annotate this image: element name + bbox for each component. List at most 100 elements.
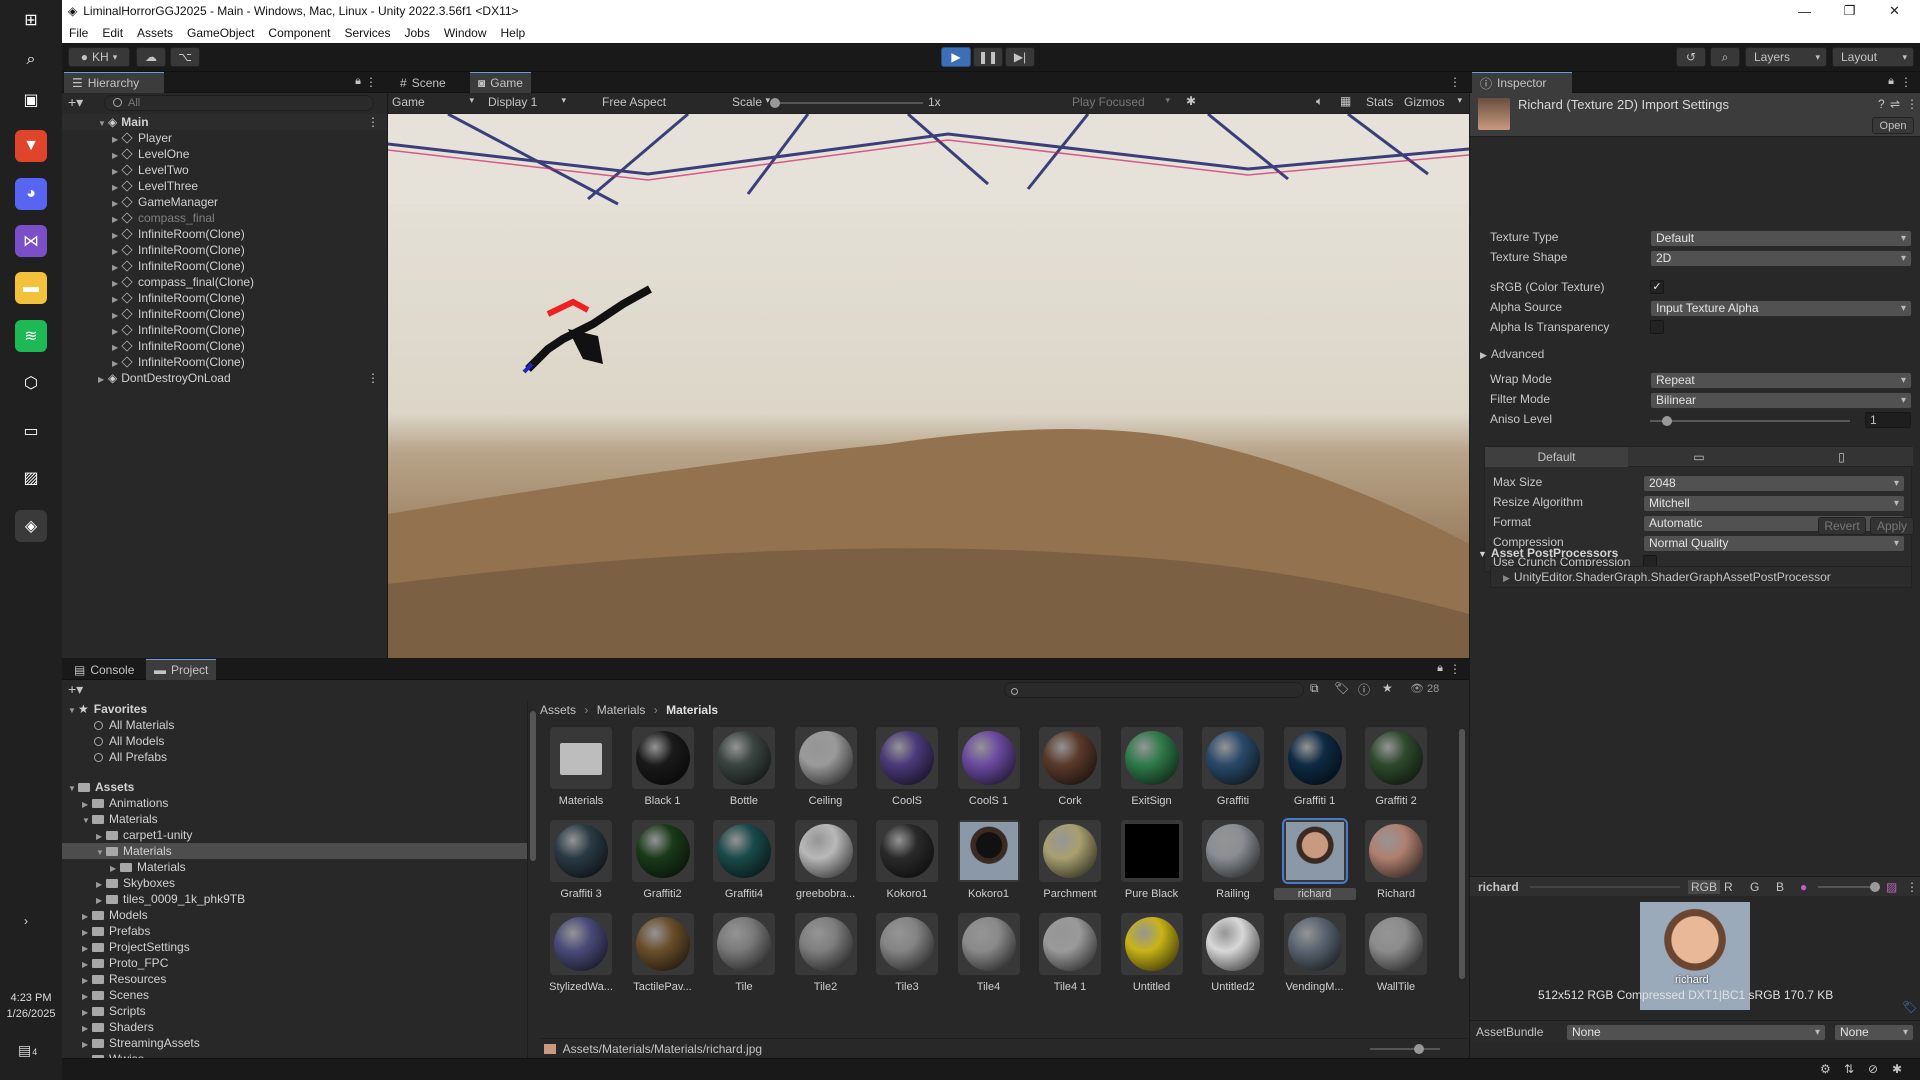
scale-slider[interactable] [770, 98, 923, 108]
more-options-icon[interactable]: ⋮ [1449, 662, 1461, 676]
alpha-source-dropdown[interactable]: Input Texture Alpha [1650, 300, 1912, 317]
asset-item[interactable]: Graffiti 3 [540, 820, 620, 910]
brave-icon[interactable]: ▼ [15, 130, 47, 162]
windows-icon[interactable]: ⊞ [15, 4, 47, 36]
asset-item[interactable]: Graffiti 2 [1355, 727, 1435, 817]
hierarchy-item[interactable]: ▶ GameManager [62, 194, 387, 210]
scale-slider-thumb[interactable] [770, 98, 780, 108]
folder-shaders[interactable]: ▶ Shaders [62, 1019, 527, 1035]
help-icon[interactable]: ? [1878, 97, 1885, 111]
hierarchy-item[interactable]: ▶ InfiniteRoom(Clone) [62, 242, 387, 258]
visual-studio-icon[interactable]: ⋈ [15, 225, 47, 257]
hierarchy-item[interactable]: ▶ LevelThree [62, 178, 387, 194]
asset-item[interactable]: Black 1 [622, 727, 702, 817]
stats-button[interactable]: Stats [1366, 95, 1393, 109]
texture-shape-dropdown[interactable]: 2D [1650, 250, 1912, 267]
lock-icon[interactable]: 🔒︎ [1888, 75, 1894, 88]
hierarchy-item[interactable]: ▶ compass_final [62, 210, 387, 226]
folder-animations[interactable]: ▶ Animations [62, 795, 527, 811]
search-button[interactable]: ⌕ [1710, 47, 1740, 67]
wrap-mode-dropdown[interactable]: Repeat [1650, 372, 1912, 389]
favorites-item[interactable]: All Models [62, 733, 164, 749]
asset-item[interactable]: WallTile [1355, 913, 1435, 1003]
menu-item-jobs[interactable]: Jobs [397, 26, 436, 40]
asset-item[interactable]: Pure Black [1111, 820, 1191, 910]
aniso-slider-thumb[interactable] [1662, 416, 1672, 426]
folder-proto-fpc[interactable]: ▶ Proto_FPC [62, 955, 527, 971]
folder-resources[interactable]: ▶ Resources [62, 971, 527, 987]
show-hidden-icons-icon[interactable]: › [24, 914, 28, 928]
asset-item[interactable]: Tile4 [948, 913, 1028, 1003]
texture-type-dropdown[interactable]: Default [1650, 230, 1912, 247]
assetbundle-variant-dropdown[interactable]: None [1834, 1024, 1914, 1041]
more-options-icon[interactable]: ⋮ [365, 75, 377, 89]
asset-item[interactable]: Kokoro1 [866, 820, 946, 910]
folder-materials[interactable]: ▶ Materials [62, 859, 527, 875]
asset-item[interactable]: Untitled [1111, 913, 1191, 1003]
more-options-icon[interactable]: ⋮ [1900, 75, 1912, 89]
mip-slider[interactable] [1530, 886, 1680, 888]
menu-item-help[interactable]: Help [494, 26, 533, 40]
asset-item[interactable]: Graffiti [1192, 727, 1272, 817]
asset-item[interactable]: ExitSign [1111, 727, 1191, 817]
menu-item-assets[interactable]: Assets [130, 26, 180, 40]
folder-carpet1-unity[interactable]: ▶ carpet1-unity [62, 827, 527, 843]
taskbar-clock[interactable]: 4:23 PM 1/26/2025 [0, 990, 62, 1022]
minimize-button[interactable]: — [1782, 0, 1827, 22]
more-options-icon[interactable]: ⋮ [1906, 880, 1918, 894]
hierarchy-item[interactable]: ▶ InfiniteRoom(Clone) [62, 290, 387, 306]
asset-item[interactable]: Tile3 [866, 913, 946, 1003]
assets-root[interactable]: ▼ Assets [62, 779, 134, 795]
tab-scene[interactable]: # Scene [392, 72, 454, 93]
terminal-icon[interactable]: ▭ [15, 415, 47, 447]
folder-skyboxes[interactable]: ▶ Skyboxes [62, 875, 527, 891]
asset-item[interactable]: TactilePav... [622, 913, 702, 1003]
pause-button[interactable]: ❚❚ [973, 47, 1003, 67]
asset-item[interactable]: StylizedWa... [540, 913, 620, 1003]
undo-history-button[interactable]: ↺ [1676, 47, 1706, 67]
hierarchy-item[interactable]: ▶ compass_final(Clone) [62, 274, 387, 290]
folder-materials[interactable]: ▼ Materials [62, 811, 527, 827]
hierarchy-item[interactable]: ▶ LevelTwo [62, 162, 387, 178]
layout-dropdown[interactable]: Layout ▾ [1832, 47, 1914, 67]
hierarchy-dontdestroyonload[interactable]: ▶ ◈ DontDestroyOnLoad ⋮ [62, 370, 387, 386]
more-options-icon[interactable]: ⋮ [367, 114, 379, 130]
hierarchy-item[interactable]: ▶ InfiniteRoom(Clone) [62, 306, 387, 322]
thumbnail-size-thumb[interactable] [1414, 1044, 1424, 1054]
hidden-packages-icon[interactable]: 👁︎ 28 [1410, 682, 1439, 695]
notification-center-icon[interactable]: ▤4 [18, 1042, 37, 1059]
channel-g-button[interactable]: G [1750, 880, 1759, 894]
search-icon[interactable]: ⌕ [15, 44, 47, 76]
asset-item[interactable]: Kokoro1 [948, 820, 1028, 910]
asset-item[interactable]: Parchment [1029, 820, 1109, 910]
lock-icon[interactable]: 🔒︎ [355, 75, 361, 88]
breadcrumb-materials-current[interactable]: Materials [666, 703, 718, 717]
create-asset-button[interactable]: +▾ [68, 681, 83, 698]
cache-icon[interactable]: ⊘ [1868, 1062, 1878, 1076]
asset-item[interactable]: Bottle [703, 727, 783, 817]
discord-icon[interactable]: ◕ [15, 178, 47, 210]
revert-button[interactable]: Revert [1818, 517, 1866, 535]
preset-icon[interactable]: ⇌ [1890, 97, 1900, 111]
cloud-button[interactable]: ☁ [136, 47, 166, 67]
srgb-checkbox[interactable]: ✓ [1650, 280, 1664, 294]
apply-button[interactable]: Apply [1870, 517, 1914, 535]
hierarchy-search-field[interactable]: All [104, 95, 374, 111]
layers-dropdown[interactable]: Layers ▾ [1745, 47, 1827, 67]
asset-item[interactable]: Materials [540, 727, 620, 817]
debug-icon[interactable]: ✱ [1892, 1062, 1902, 1076]
info-icon[interactable]: ⓘ [1358, 681, 1370, 698]
menu-item-edit[interactable]: Edit [95, 26, 130, 40]
channel-r-button[interactable]: R [1724, 880, 1733, 894]
asset-item[interactable]: Tile2 [785, 913, 865, 1003]
folder-scripts[interactable]: ▶ Scripts [62, 1003, 527, 1019]
hierarchy-item[interactable]: ▶ Player [62, 130, 387, 146]
exposure-slider-thumb[interactable] [1870, 882, 1880, 892]
unity-hub-icon[interactable]: ⬡ [15, 367, 47, 399]
asset-item[interactable]: Untitled2 [1192, 913, 1272, 1003]
lock-icon[interactable]: 🔒︎ [1437, 662, 1443, 675]
menu-item-window[interactable]: Window [437, 26, 494, 40]
asset-item[interactable]: Ceiling [785, 727, 865, 817]
channel-b-button[interactable]: B [1776, 880, 1784, 894]
more-options-icon[interactable]: ⋮ [1906, 97, 1918, 111]
